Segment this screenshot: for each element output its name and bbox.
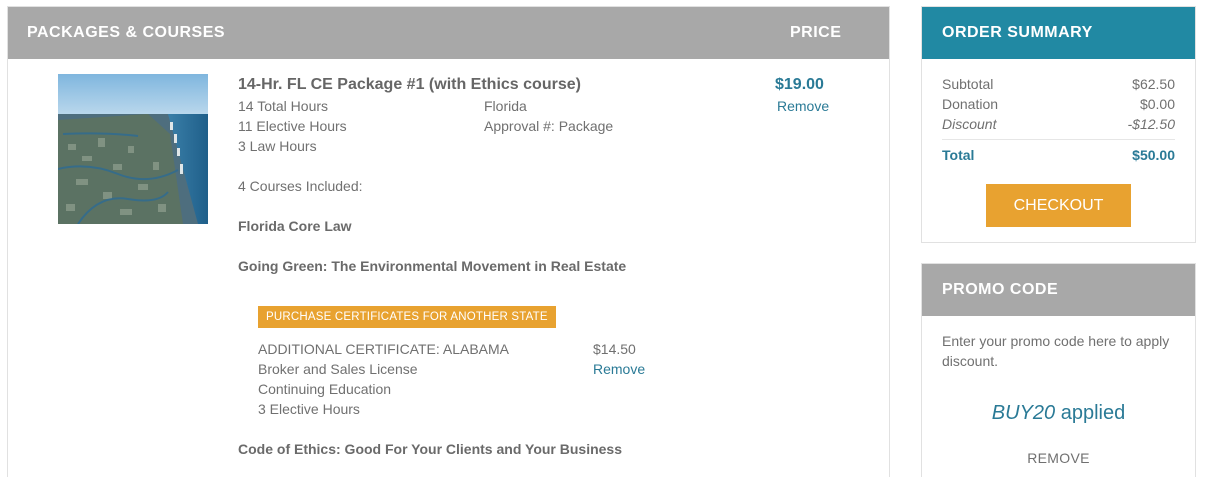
donation-label: Donation <box>942 96 999 112</box>
promo-instructions: Enter your promo code here to apply disc… <box>942 333 1170 369</box>
course-title: Code of Ethics: Good For Your Clients an… <box>238 441 623 457</box>
discount-label: Discount <box>942 116 997 132</box>
packages-header: PACKAGES & COURSES PRICE <box>8 7 889 59</box>
packages-panel: PACKAGES & COURSES PRICE 14-Hr. FL CE Pa… <box>7 6 890 477</box>
order-summary-panel: ORDER SUMMARY Subtotal $62.50 Donation $… <box>921 6 1196 243</box>
package-state: Florida <box>484 98 527 114</box>
promo-applied-status: BUY20 applied <box>922 402 1195 425</box>
total-value: $50.00 <box>1132 147 1175 163</box>
total-row: Total $50.00 <box>942 147 1175 163</box>
course-title: Going Green: The Environmental Movement … <box>238 258 627 274</box>
total-label: Total <box>942 147 975 163</box>
purchase-certificates-button[interactable]: PURCHASE CERTIFICATES FOR ANOTHER STATE <box>258 306 556 328</box>
promo-applied-label: applied <box>1055 402 1126 424</box>
additional-certificate-hours: 3 Elective Hours <box>258 401 360 417</box>
course-title: Florida Core Law <box>238 218 352 234</box>
package-approval: Approval #: Package <box>484 118 614 134</box>
package-total-hours: 14 Total Hours <box>238 98 329 114</box>
checkout-button[interactable]: CHECKOUT <box>986 184 1131 227</box>
discount-row: Discount -$12.50 <box>942 116 1175 132</box>
promo-code-header: PROMO CODE <box>922 264 1195 316</box>
package-price: $19.00 <box>775 76 824 93</box>
package-thumbnail <box>58 74 208 224</box>
additional-certificate-price: $14.50 <box>593 341 636 357</box>
promo-code-title: PROMO CODE <box>942 281 1059 298</box>
promo-code-value: BUY20 <box>991 402 1056 424</box>
additional-certificate-title: ADDITIONAL CERTIFICATE: ALABAMA <box>258 341 510 357</box>
order-summary-header: ORDER SUMMARY <box>922 7 1195 59</box>
additional-certificate-license: Broker and Sales License <box>258 361 418 377</box>
donation-value: $0.00 <box>1139 96 1175 112</box>
promo-code-panel: PROMO CODE Enter your promo code here to… <box>921 263 1196 477</box>
courses-included-label: 4 Courses Included: <box>238 178 363 194</box>
subtotal-label: Subtotal <box>942 76 994 92</box>
package-elective-hours: 11 Elective Hours <box>238 118 347 134</box>
subtotal-value: $62.50 <box>1132 76 1175 92</box>
package-law-hours: 3 Law Hours <box>238 138 317 154</box>
packages-header-title: PACKAGES & COURSES <box>27 24 226 41</box>
additional-certificate-type: Continuing Education <box>258 381 392 397</box>
order-summary-title: ORDER SUMMARY <box>942 24 1093 41</box>
package-title[interactable]: 14-Hr. FL CE Package #1 (with Ethics cou… <box>238 76 581 94</box>
summary-divider <box>942 139 1175 140</box>
price-column-header: PRICE <box>790 24 842 41</box>
donation-row: Donation $0.00 <box>942 96 1175 112</box>
discount-value: -$12.50 <box>1127 116 1175 132</box>
subtotal-row: Subtotal $62.50 <box>942 76 1175 92</box>
remove-certificate-link[interactable]: Remove <box>593 361 645 377</box>
remove-package-link[interactable]: Remove <box>777 98 829 114</box>
remove-promo-button[interactable]: REMOVE <box>922 450 1195 466</box>
